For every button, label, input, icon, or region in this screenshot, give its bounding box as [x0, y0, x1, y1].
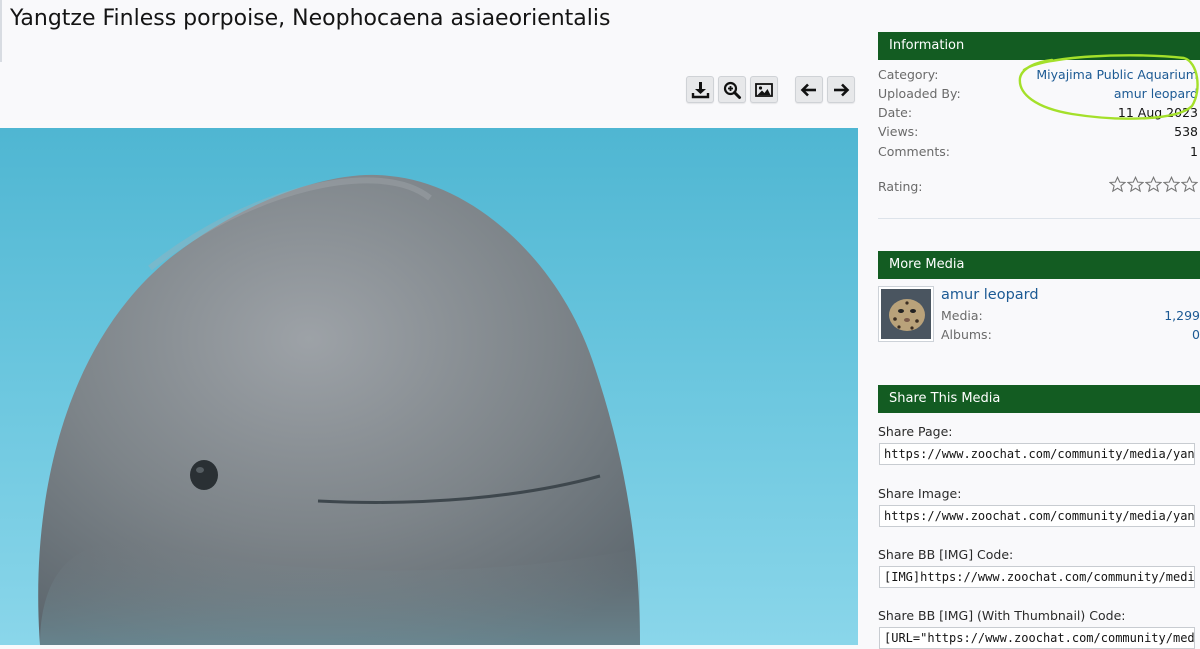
albums-count-link[interactable]: 0: [1192, 325, 1200, 344]
download-button[interactable]: [686, 76, 714, 103]
uploaded-label: Uploaded By:: [878, 86, 961, 101]
image-icon: [755, 82, 773, 97]
share-bb-field[interactable]: [IMG]https://www.zoochat.com/community/m…: [879, 566, 1195, 588]
category-row: Category: Miyajima Public Aquarium: [878, 65, 1198, 84]
zoom-button[interactable]: [718, 76, 746, 103]
share-bb-thumb-label: Share BB [IMG] (With Thumbnail) Code:: [878, 608, 1126, 623]
views-label: Views:: [878, 124, 919, 139]
star-icon[interactable]: [1181, 176, 1198, 193]
share-bb-thumb-field[interactable]: [URL="https://www.zoochat.com/community/…: [879, 627, 1195, 649]
arrow-left-icon: [800, 83, 816, 96]
user-avatar[interactable]: [878, 286, 934, 342]
more-media-heading: More Media: [878, 251, 1200, 279]
views-value: 538: [1174, 124, 1198, 139]
share-image-field[interactable]: https://www.zoochat.com/community/media/…: [879, 505, 1195, 527]
arrow-right-icon: [834, 83, 850, 96]
category-link[interactable]: Miyajima Public Aquarium: [1036, 65, 1198, 84]
share-image-label: Share Image:: [878, 486, 962, 501]
date-label: Date:: [878, 105, 913, 120]
share-bb-label: Share BB [IMG] Code:: [878, 547, 1014, 562]
comments-label: Comments:: [878, 144, 950, 159]
share-page-label: Share Page:: [878, 424, 953, 439]
title-accent-line: [0, 0, 2, 62]
info-divider: [878, 218, 1200, 219]
comments-value: 1: [1190, 144, 1198, 159]
next-media-button[interactable]: [827, 76, 855, 103]
media-photo[interactable]: [0, 128, 858, 645]
date-row: Date: 11 Aug 2023: [878, 103, 1198, 122]
comments-row: Comments: 1: [878, 142, 1198, 161]
views-row: Views: 538: [878, 122, 1198, 141]
zoom-in-icon: [723, 81, 741, 99]
rating-label: Rating:: [878, 179, 923, 194]
uploader-link[interactable]: amur leopard: [1114, 84, 1198, 103]
uploaded-row: Uploaded By: amur leopard: [878, 84, 1198, 103]
share-heading: Share This Media: [878, 385, 1200, 413]
category-label: Category:: [878, 67, 939, 82]
more-media-user-link[interactable]: amur leopard: [941, 287, 1039, 303]
previous-media-button[interactable]: [795, 76, 823, 103]
leopard-avatar-image: [881, 289, 931, 339]
albums-count-label: Albums:: [941, 327, 992, 342]
information-heading: Information: [878, 32, 1200, 60]
media-count-row: Media: 1,299: [941, 306, 1200, 325]
share-page-field[interactable]: https://www.zoochat.com/community/media/…: [879, 443, 1195, 465]
rating-row: Rating:: [878, 176, 1198, 196]
star-icon[interactable]: [1109, 176, 1126, 193]
star-icon[interactable]: [1163, 176, 1180, 193]
media-count-link[interactable]: 1,299: [1164, 306, 1200, 325]
porpoise-photo-image: [0, 128, 858, 645]
rating-stars[interactable]: [1109, 176, 1198, 193]
view-image-button[interactable]: [750, 76, 778, 103]
media-count-label: Media:: [941, 308, 983, 323]
page-title: Yangtze Finless porpoise, Neophocaena as…: [10, 6, 611, 31]
media-toolbar: [0, 76, 860, 106]
download-icon: [691, 81, 710, 98]
star-icon[interactable]: [1145, 176, 1162, 193]
albums-count-row: Albums: 0: [941, 325, 1200, 344]
date-value: 11 Aug 2023: [1117, 105, 1198, 120]
star-icon[interactable]: [1127, 176, 1144, 193]
